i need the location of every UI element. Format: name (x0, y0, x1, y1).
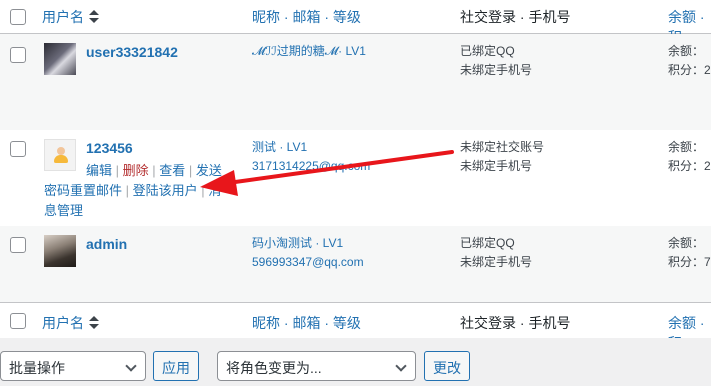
arrow-shaft (226, 150, 454, 185)
chevron-down-icon (125, 360, 137, 372)
annotation-arrow (200, 150, 454, 196)
change-role-value: 将角色变更为... (226, 360, 322, 376)
arrow-head (200, 170, 238, 196)
change-button[interactable]: 更改 (424, 351, 470, 381)
bulk-action-value: 批量操作 (9, 360, 65, 376)
change-role-select[interactable]: 将角色变更为... (217, 351, 416, 381)
bulk-action-select[interactable]: 批量操作 (0, 351, 146, 381)
bulk-actions-bar: 批量操作 应用 将角色变更为... 更改 (0, 338, 711, 386)
apply-button[interactable]: 应用 (153, 351, 199, 381)
chevron-down-icon (395, 360, 407, 372)
